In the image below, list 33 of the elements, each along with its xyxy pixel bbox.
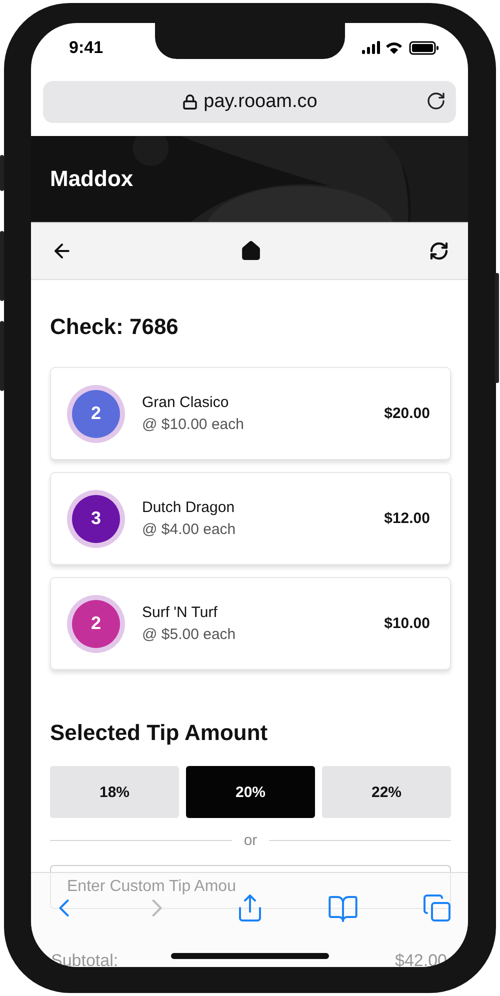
tabs-icon[interactable] [422, 893, 452, 923]
tip-option[interactable]: 20% [186, 766, 315, 818]
tip-option[interactable]: 18% [50, 766, 179, 818]
refresh-icon[interactable] [429, 241, 449, 261]
home-icon[interactable] [240, 240, 262, 262]
reload-icon[interactable] [426, 91, 446, 111]
quantity-badge: 3 [72, 494, 120, 542]
address-bar[interactable]: pay.rooam.co [43, 81, 456, 123]
unit-price: @ $4.00 each [142, 521, 237, 538]
quantity-badge: 2 [72, 390, 120, 438]
status-time: 9:41 [69, 38, 104, 58]
subtotal-label: Subtotal: [51, 951, 118, 967]
wifi-icon [386, 42, 402, 54]
item-total: $20.00 [384, 405, 430, 422]
battery-icon [409, 41, 438, 55]
url-text: pay.rooam.co [204, 91, 318, 113]
or-divider-text: or [244, 832, 258, 849]
tip-title: Selected Tip Amount [50, 720, 269, 746]
item-total: $12.00 [384, 510, 430, 527]
venue-title: Maddox [50, 166, 134, 192]
item-name: Surf 'N Turf [142, 604, 218, 621]
book-icon[interactable] [327, 893, 360, 925]
check-title: Check: 7686 [50, 314, 180, 340]
quantity-badge: 2 [72, 600, 120, 648]
lock-icon [182, 94, 198, 110]
item-name: Gran Clasico [142, 394, 230, 411]
signal-icon [362, 41, 380, 54]
unit-price: @ $10.00 each [142, 416, 245, 433]
tip-option[interactable]: 22% [322, 766, 451, 818]
item-name: Dutch Dragon [142, 499, 236, 516]
custom-tip-input[interactable]: Enter Custom Tip Amou [50, 865, 451, 909]
unit-price: @ $5.00 each [142, 626, 237, 643]
item-total: $10.00 [384, 615, 430, 632]
